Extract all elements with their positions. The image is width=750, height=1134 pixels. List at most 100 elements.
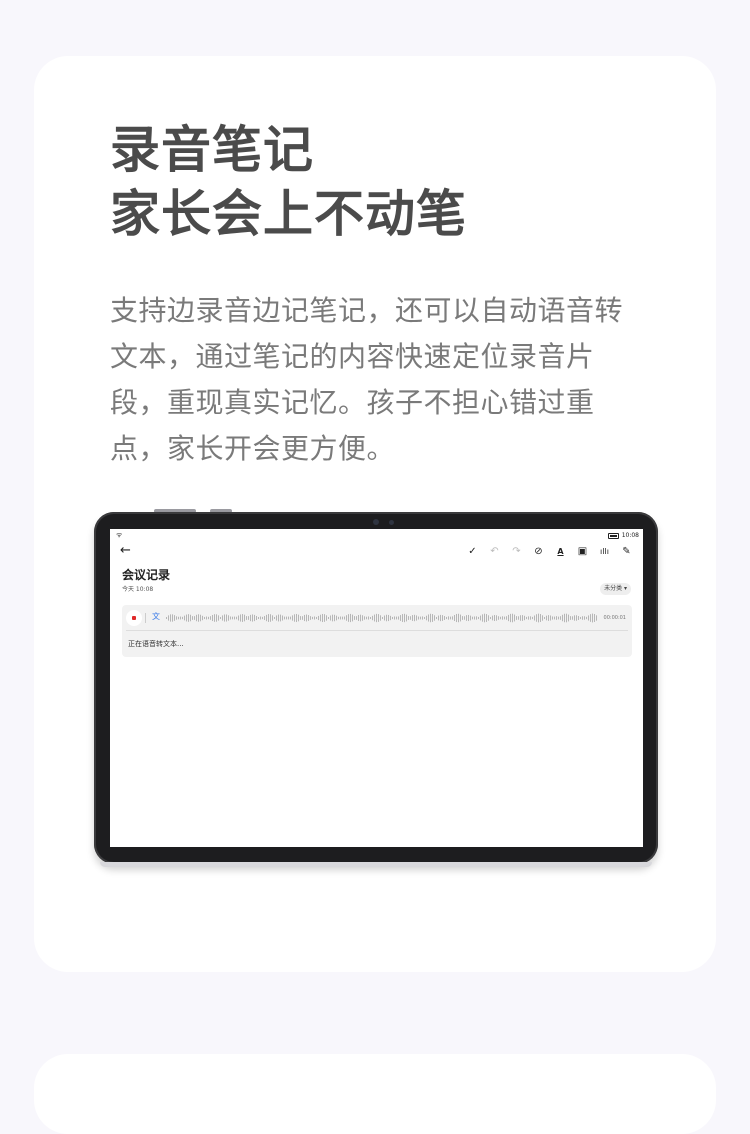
waveform-bar xyxy=(268,614,269,622)
waveform-bar xyxy=(388,614,389,622)
waveform-bar xyxy=(538,613,539,623)
waveform-bar xyxy=(478,616,479,620)
waveform-bar xyxy=(340,616,341,620)
waveform-bar xyxy=(560,616,561,620)
category-dropdown[interactable]: 未分类 ▾ xyxy=(600,583,631,595)
waveform-bar xyxy=(508,614,509,622)
waveform-bar xyxy=(276,615,277,621)
note-title[interactable]: 会议记录 xyxy=(122,566,170,583)
waveform-bar xyxy=(488,615,489,621)
waveform-bar xyxy=(516,616,517,620)
waveform-bar xyxy=(436,616,437,620)
waveform-bar xyxy=(186,614,187,622)
translate-icon[interactable]: 文 xyxy=(149,610,163,624)
waveform-bar xyxy=(380,615,381,621)
waveform-bar xyxy=(348,614,349,622)
waveform-bar xyxy=(210,616,211,620)
waveform-bar xyxy=(402,614,403,622)
battery-icon xyxy=(608,533,619,539)
waveform-bar xyxy=(530,616,531,620)
waveform xyxy=(166,613,597,623)
waveform-bar xyxy=(370,616,371,620)
waveform-bar xyxy=(194,616,195,620)
waveform-bar xyxy=(496,615,497,621)
headline-line-1: 录音笔记 xyxy=(110,121,314,179)
audio-icon[interactable]: ıllı xyxy=(598,546,611,558)
waveform-bar xyxy=(198,614,199,622)
waveform-bar xyxy=(278,614,279,622)
waveform-bar xyxy=(586,616,587,620)
note-toolbar: ✓ ↶ ↷ ⊘ A ▣ ıllı ✎ xyxy=(466,546,633,558)
waveform-bar xyxy=(318,615,319,621)
waveform-bar xyxy=(242,614,243,622)
waveform-bar xyxy=(572,616,573,620)
waveform-bar xyxy=(568,614,569,622)
waveform-bar xyxy=(296,613,297,623)
pen-icon[interactable]: ✎ xyxy=(620,546,633,558)
waveform-bar xyxy=(462,616,463,620)
waveform-bar xyxy=(214,614,215,622)
waveform-bar xyxy=(300,616,301,620)
waveform-bar xyxy=(506,616,507,620)
undo-icon[interactable]: ↶ xyxy=(488,546,501,558)
waveform-bar xyxy=(382,616,383,620)
waveform-bar xyxy=(540,614,541,622)
headline-line-2: 家长会上不动笔 xyxy=(110,185,467,243)
waveform-bar xyxy=(426,615,427,621)
waveform-bar xyxy=(202,615,203,621)
waveform-bar xyxy=(458,613,459,623)
waveform-bar xyxy=(188,614,189,622)
back-arrow-icon[interactable]: ← xyxy=(120,544,131,558)
waveform-bar xyxy=(176,616,177,620)
waveform-bar xyxy=(564,613,565,623)
waveform-bar xyxy=(368,616,369,620)
waveform-bar xyxy=(430,613,431,623)
waveform-bar xyxy=(570,616,571,620)
waveform-bar xyxy=(328,616,329,620)
waveform-bar xyxy=(288,616,289,620)
waveform-bar xyxy=(544,616,545,620)
waveform-bar xyxy=(416,615,417,621)
checklist-icon[interactable]: ⊘ xyxy=(532,546,545,558)
waveform-bar xyxy=(550,615,551,621)
waveform-bar xyxy=(236,616,237,620)
waveform-bar xyxy=(218,615,219,621)
waveform-bar xyxy=(386,614,387,622)
note-date: 今天 10:08 xyxy=(122,586,154,593)
waveform-bar xyxy=(316,616,317,620)
waveform-bar xyxy=(486,614,487,622)
waveform-bar xyxy=(170,614,171,622)
waveform-bar xyxy=(476,616,477,620)
waveform-bar xyxy=(290,616,291,620)
stop-record-button[interactable] xyxy=(126,610,142,626)
waveform-bar xyxy=(546,615,547,621)
waveform-bar xyxy=(280,614,281,622)
waveform-bar xyxy=(196,614,197,622)
waveform-bar xyxy=(582,616,583,620)
waveform-bar xyxy=(548,615,549,621)
image-icon[interactable]: ▣ xyxy=(576,546,589,558)
waveform-bar xyxy=(336,615,337,621)
waveform-bar xyxy=(304,614,305,622)
waveform-bar xyxy=(584,616,585,620)
redo-icon[interactable]: ↷ xyxy=(510,546,523,558)
waveform-bar xyxy=(178,616,179,620)
text-style-icon[interactable]: A xyxy=(554,546,567,558)
waveform-bar xyxy=(364,616,365,620)
waveform-bar xyxy=(554,616,555,620)
feature-description: 支持边录音边记笔记，还可以自动语音转文本，通过笔记的内容快速定位录音片段，重现真… xyxy=(110,294,624,465)
waveform-bar xyxy=(438,615,439,621)
waveform-bar xyxy=(310,616,311,620)
waveform-bar xyxy=(596,615,597,621)
waveform-bar xyxy=(362,615,363,621)
waveform-bar xyxy=(408,616,409,620)
waveform-bar xyxy=(204,616,205,620)
waveform-bar xyxy=(526,616,527,620)
waveform-bar xyxy=(248,616,249,620)
waveform-bar xyxy=(220,616,221,620)
waveform-bar xyxy=(428,614,429,622)
waveform-bar xyxy=(182,616,183,620)
waveform-bar xyxy=(330,615,331,621)
waveform-bar xyxy=(482,614,483,622)
check-icon[interactable]: ✓ xyxy=(466,546,479,558)
